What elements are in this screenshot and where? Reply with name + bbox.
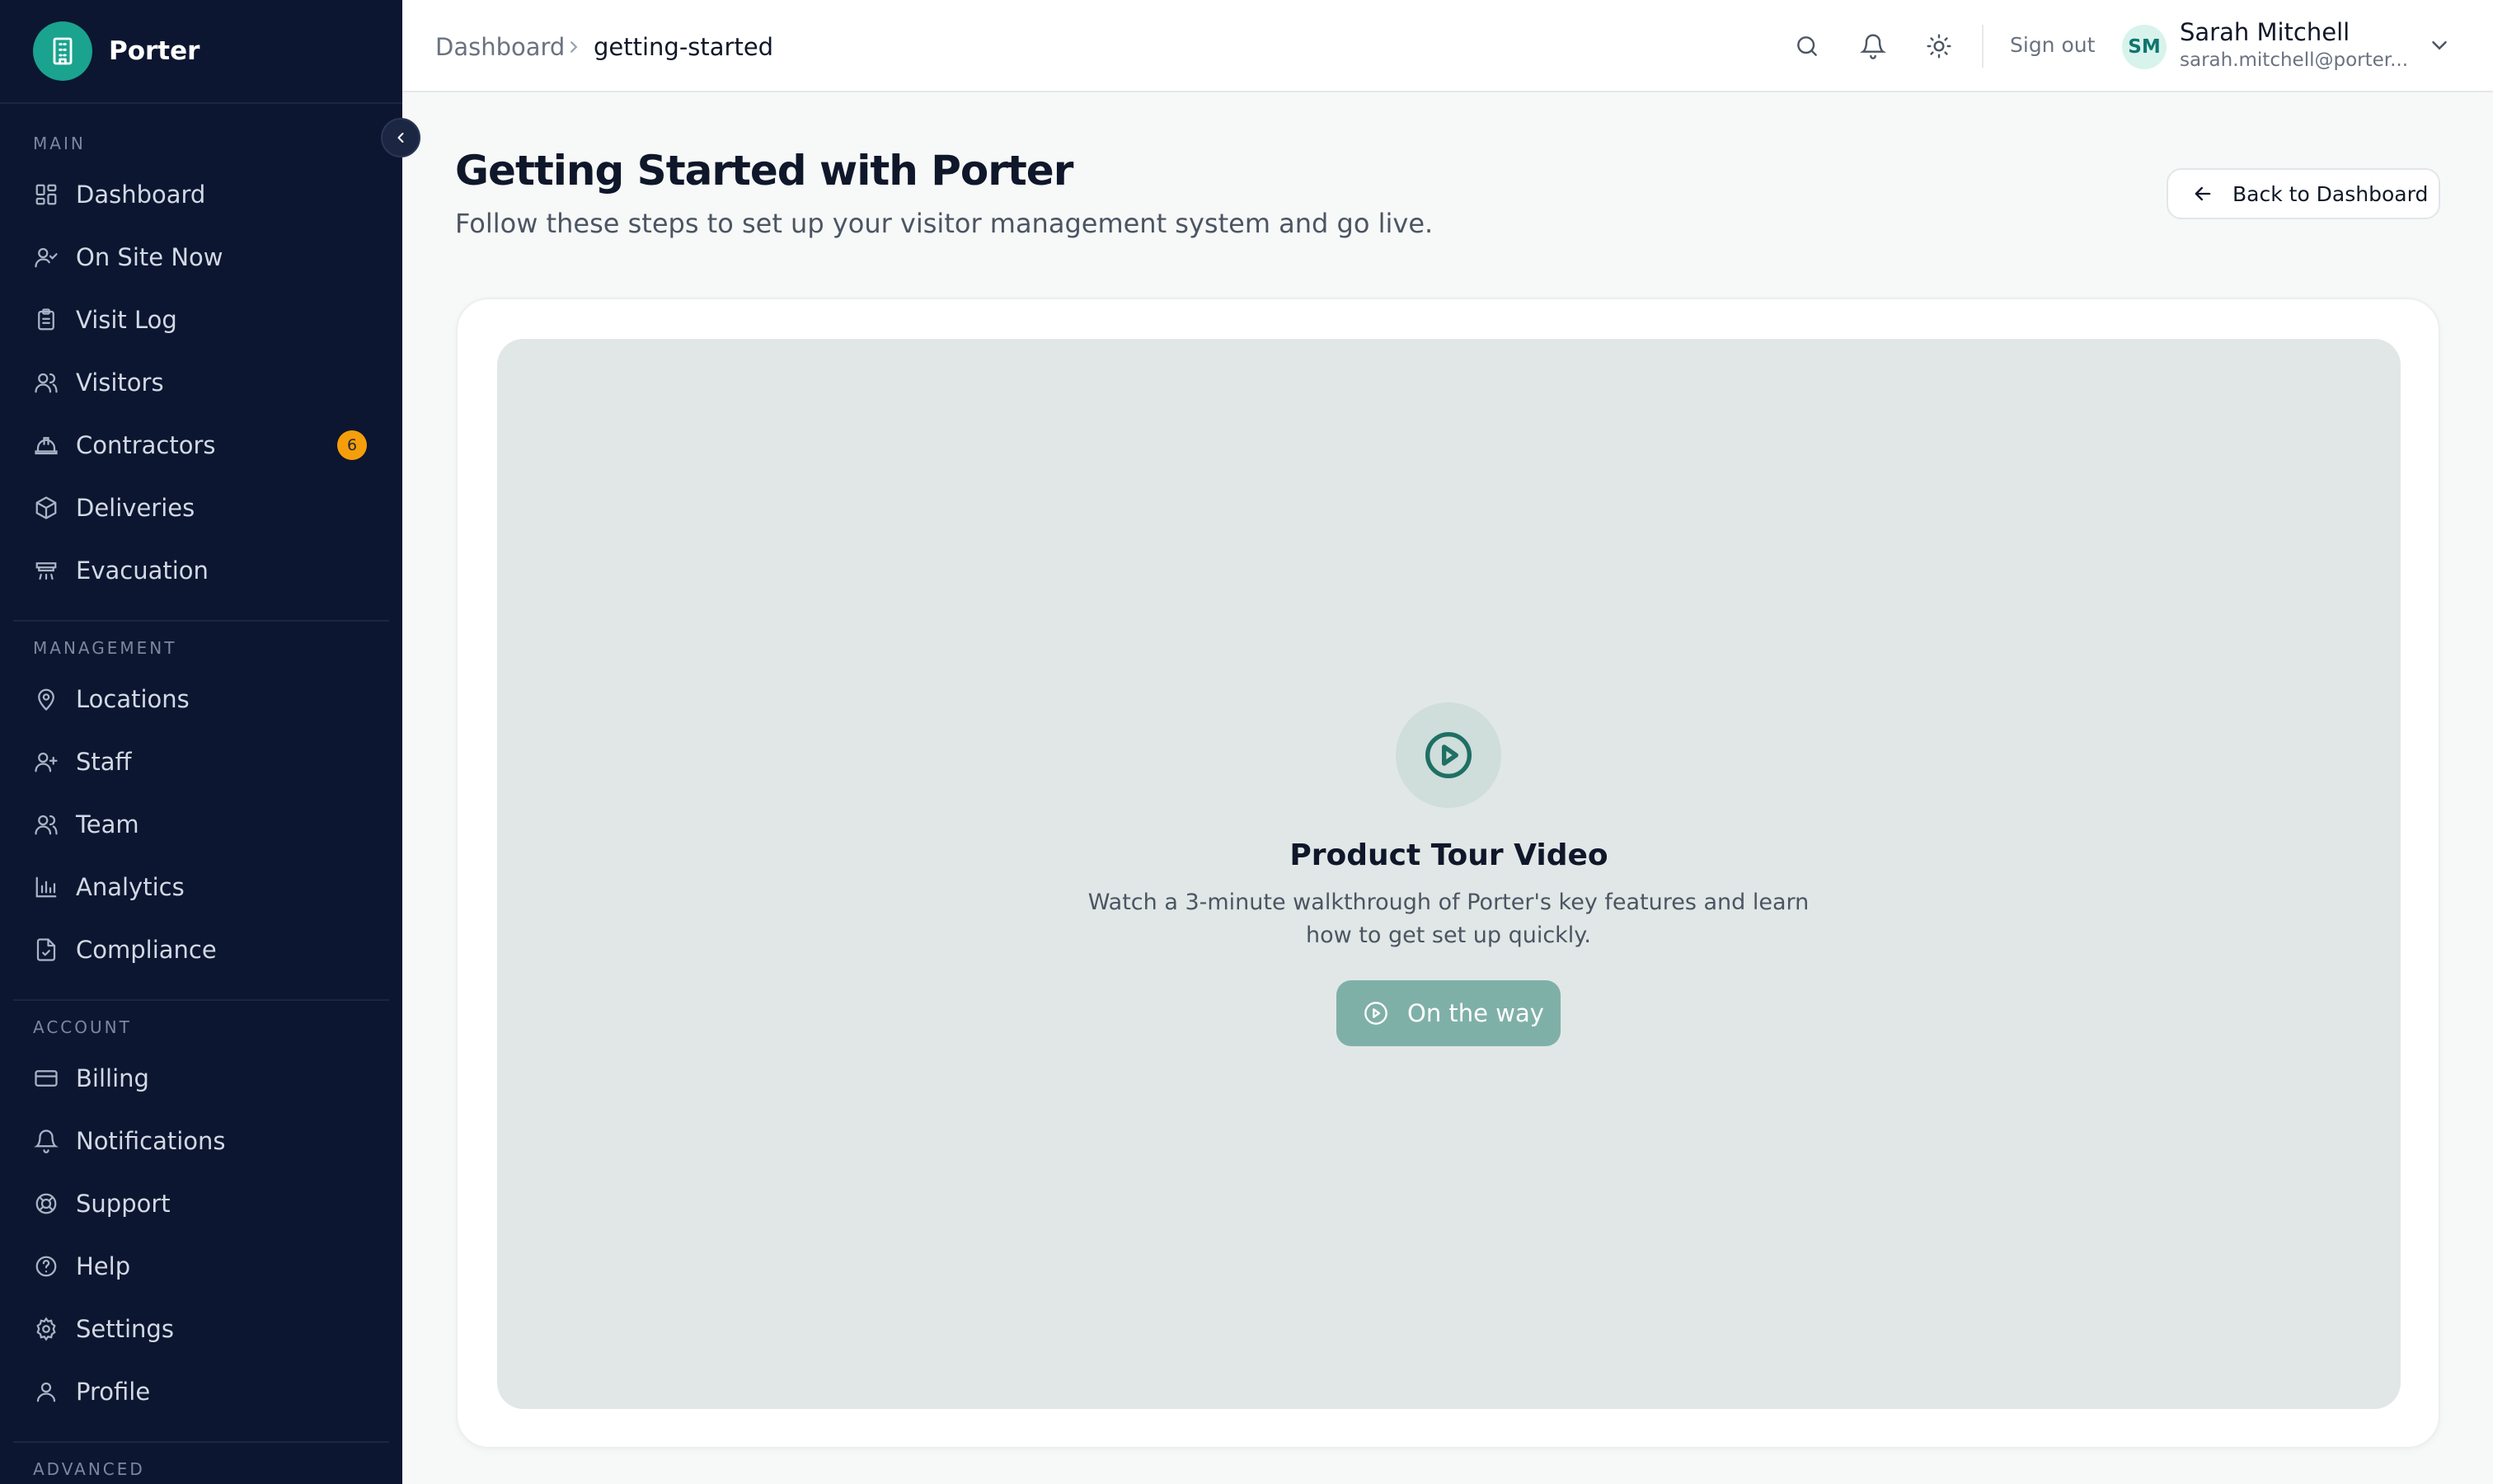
play-icon <box>1363 1000 1389 1026</box>
brand-name: Porter <box>109 36 200 66</box>
sidebar-item-label: Analytics <box>76 873 185 901</box>
search-icon[interactable] <box>1791 30 1824 63</box>
sidebar-item-evacuation[interactable]: Evacuation <box>0 539 402 602</box>
top-bar: Dashboard getting-started Sign out SM Sa… <box>402 0 2493 92</box>
sidebar-item-visitors[interactable]: Visitors <box>0 351 402 414</box>
user-name: Sarah Mitchell <box>2180 18 2350 46</box>
breadcrumb-current: getting-started <box>594 33 774 61</box>
sidebar-item-notifications[interactable]: Notifications <box>0 1110 402 1172</box>
breadcrumb-dashboard[interactable]: Dashboard <box>435 33 565 61</box>
sidebar-item-visit-log[interactable]: Visit Log <box>0 289 402 351</box>
bell-icon[interactable] <box>1857 30 1890 63</box>
sidebar-item-support[interactable]: Support <box>0 1172 402 1235</box>
video-placeholder: Product Tour Video Watch a 3-minute walk… <box>497 339 2401 1409</box>
building-logo-icon <box>33 21 92 81</box>
video-button-label: On the way <box>1407 999 1544 1027</box>
sidebar-item-label: Billing <box>76 1064 149 1092</box>
sidebar-collapse-button[interactable] <box>381 118 420 157</box>
sidebar-item-label: Support <box>76 1190 171 1218</box>
sidebar-item-label: Notifications <box>76 1127 226 1155</box>
video-description: Watch a 3-minute walkthrough of Porter's… <box>1087 890 1810 948</box>
sidebar-item-label: Help <box>76 1252 131 1280</box>
sidebar-item-analytics[interactable]: Analytics <box>0 856 402 918</box>
page-title: Getting Started with Porter <box>455 147 1073 195</box>
map-pin-icon <box>33 686 59 712</box>
lifebuoy-icon <box>33 1190 59 1217</box>
sidebar-item-label: Deliveries <box>76 494 195 522</box>
back-button-label: Back to Dashboard <box>2232 181 2429 206</box>
chevron-left-icon <box>397 133 404 143</box>
sidebar-item-settings[interactable]: Settings <box>0 1298 402 1360</box>
file-check-icon <box>33 937 59 963</box>
sidebar-item-label: Profile <box>76 1378 151 1406</box>
sun-icon[interactable] <box>1923 30 1955 63</box>
contractors-count-badge: 6 <box>337 430 367 460</box>
grid-icon <box>33 181 59 208</box>
bar-chart-icon <box>33 874 59 900</box>
sidebar-item-label: Dashboard <box>76 181 206 209</box>
video-status-button[interactable]: On the way <box>1336 980 1561 1046</box>
page-subtitle: Follow these steps to set up your visito… <box>455 208 1434 239</box>
sidebar-item-label: Compliance <box>76 936 217 964</box>
hard-hat-icon <box>33 432 59 458</box>
video-card: Product Tour Video Watch a 3-minute walk… <box>456 298 2440 1449</box>
sidebar-item-label: Team <box>76 810 139 838</box>
sidebar-item-label: Staff <box>76 748 132 776</box>
sidebar-item-on-site-now[interactable]: On Site Now <box>0 226 402 289</box>
gear-icon <box>33 1316 59 1342</box>
chevron-down-icon[interactable] <box>2427 33 2452 58</box>
alarm-icon <box>33 557 59 584</box>
sidebar-item-label: Visitors <box>76 369 164 397</box>
sidebar-item-team[interactable]: Team <box>0 793 402 856</box>
sidebar-item-deliveries[interactable]: Deliveries <box>0 477 402 539</box>
section-title-main: MAIN <box>33 134 86 153</box>
users-icon <box>33 369 59 396</box>
play-circle-icon <box>1396 702 1501 808</box>
sidebar-item-help[interactable]: Help <box>0 1235 402 1298</box>
user-plus-icon <box>33 749 59 775</box>
chevron-right-icon <box>566 33 582 61</box>
sign-out-button[interactable]: Sign out <box>2010 33 2095 57</box>
user-check-icon <box>33 244 59 270</box>
section-title-account: ACCOUNT <box>33 1017 132 1037</box>
package-icon <box>33 495 59 521</box>
sidebar-item-label: Evacuation <box>76 556 209 585</box>
user-email: sarah.mitchell@porter... <box>2180 49 2409 71</box>
bell-icon <box>33 1128 59 1154</box>
sidebar-item-dashboard[interactable]: Dashboard <box>0 163 402 226</box>
user-icon <box>33 1378 59 1405</box>
sidebar-item-locations[interactable]: Locations <box>0 668 402 730</box>
sidebar-item-label: On Site Now <box>76 243 223 271</box>
section-title-management: MANAGEMENT <box>33 638 177 658</box>
sidebar-item-label: Locations <box>76 685 190 713</box>
sidebar-item-profile[interactable]: Profile <box>0 1360 402 1423</box>
back-to-dashboard-button[interactable]: Back to Dashboard <box>2167 168 2440 219</box>
sidebar-item-billing[interactable]: Billing <box>0 1047 402 1110</box>
sidebar: Porter MAIN Dashboard On Site Now Visit … <box>0 0 402 1484</box>
video-title: Product Tour Video <box>1289 838 1608 872</box>
users-icon <box>33 811 59 838</box>
brand[interactable]: Porter <box>0 0 402 104</box>
header-divider <box>1982 25 1984 68</box>
credit-card-icon <box>33 1065 59 1092</box>
clipboard-icon <box>33 307 59 333</box>
sidebar-item-label: Settings <box>76 1315 174 1343</box>
section-title-advanced: ADVANCED <box>33 1459 145 1479</box>
sidebar-item-compliance[interactable]: Compliance <box>0 918 402 981</box>
avatar[interactable]: SM <box>2122 25 2167 69</box>
sidebar-item-label: Visit Log <box>76 306 177 334</box>
sidebar-item-staff[interactable]: Staff <box>0 730 402 793</box>
help-circle-icon <box>33 1253 59 1280</box>
arrow-left-icon <box>2191 182 2214 205</box>
sidebar-item-contractors[interactable]: Contractors 6 <box>0 414 402 477</box>
sidebar-item-label: Contractors <box>76 431 216 459</box>
